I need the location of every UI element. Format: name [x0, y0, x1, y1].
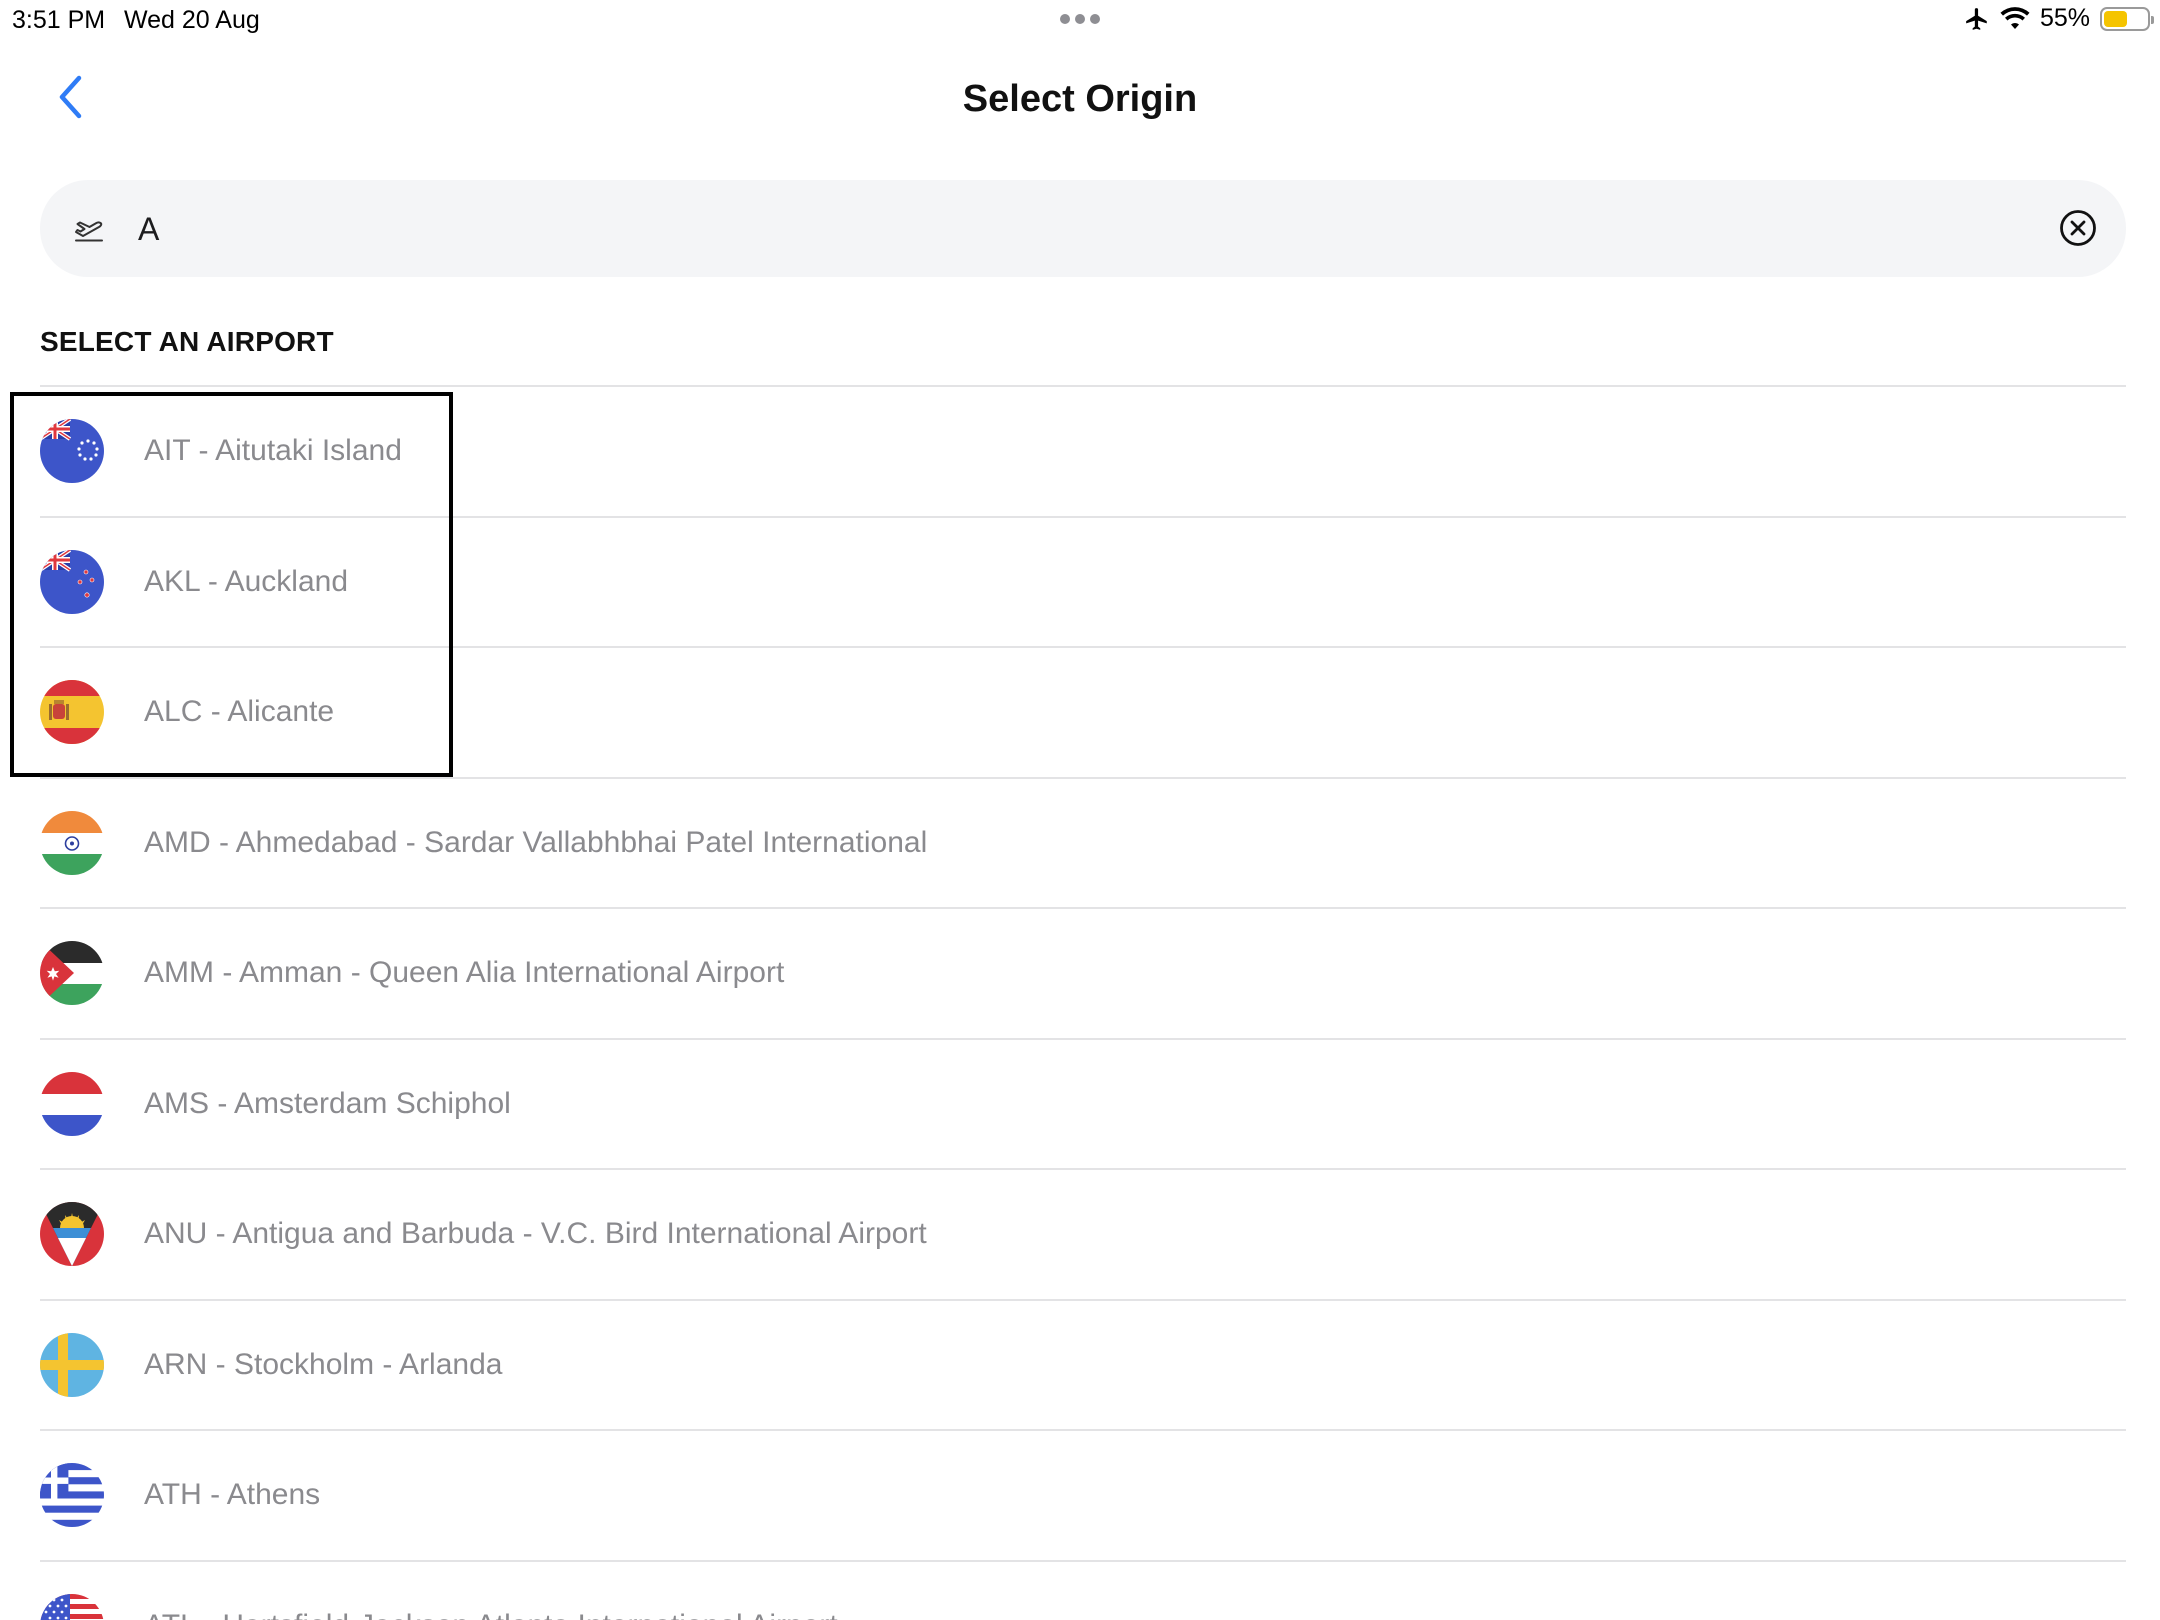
- sweden-flag-icon: [40, 1332, 104, 1397]
- new-zealand-flag-icon: [40, 549, 104, 614]
- airport-row-ath[interactable]: ATH - Athens: [40, 1429, 2126, 1560]
- wifi-icon: [2000, 6, 2030, 29]
- battery-icon: [2100, 6, 2154, 31]
- airport-row-amd[interactable]: AMD - Ahmedabad - Sardar Vallabhbhai Pat…: [40, 776, 2126, 908]
- cook-islands-flag-icon: [40, 419, 104, 484]
- battery-percentage: 55%: [2039, 4, 2090, 32]
- airport-row-alc[interactable]: ALC - Alicante: [40, 646, 2126, 777]
- status-date: Wed 20 Aug: [124, 6, 260, 34]
- airport-label: ANU - Antigua and Barbuda - V.C. Bird In…: [144, 1217, 927, 1251]
- airport-row-akl[interactable]: AKL - Auckland: [40, 515, 2126, 647]
- clear-circle-icon[interactable]: [2058, 208, 2098, 248]
- airport-label: AMM - Amman - Queen Alia International A…: [144, 956, 785, 990]
- page-title: Select Origin: [962, 78, 1198, 120]
- search-bar[interactable]: [40, 180, 2126, 277]
- airport-row-anu[interactable]: ANU - Antigua and Barbuda - V.C. Bird In…: [40, 1168, 2126, 1299]
- spain-flag-icon: [40, 680, 104, 745]
- usa-flag-icon: [40, 1593, 104, 1620]
- airport-label: AMD - Ahmedabad - Sardar Vallabhbhai Pat…: [144, 825, 928, 859]
- india-flag-icon: [40, 810, 104, 875]
- airport-list: AIT - Aitutaki Island AKL - Auckland ALC…: [40, 385, 2126, 1620]
- airport-row-atl[interactable]: ATL - Hartsfield-Jackson Atlanta Interna…: [40, 1559, 2126, 1620]
- antigua-flag-icon: [40, 1202, 104, 1267]
- search-input[interactable]: [132, 194, 2032, 264]
- plane-departure-icon: [75, 221, 103, 242]
- airport-label: ATH - Athens: [144, 1478, 321, 1512]
- airport-label: ALC - Alicante: [144, 695, 335, 729]
- airport-label: ATL - Hartsfield-Jackson Atlanta Interna…: [144, 1609, 838, 1620]
- status-time: 3:51 PM: [12, 6, 106, 34]
- airport-label: AKL - Auckland: [144, 564, 349, 598]
- airport-row-ams[interactable]: AMS - Amsterdam Schiphol: [40, 1037, 2126, 1169]
- status-bar: 3:51 PM Wed 20 Aug 55%: [0, 0, 2160, 42]
- greece-flag-icon: [40, 1463, 104, 1528]
- airport-row-amm[interactable]: AMM - Amman - Queen Alia International A…: [40, 907, 2126, 1038]
- airport-row-arn[interactable]: ARN - Stockholm - Arlanda: [40, 1298, 2126, 1430]
- status-indicators: 55%: [1964, 4, 2154, 33]
- jordan-flag-icon: [40, 941, 104, 1006]
- section-heading: SELECT AN AIRPORT: [40, 326, 334, 357]
- netherlands-flag-icon: [40, 1071, 104, 1136]
- airport-label: AMS - Amsterdam Schiphol: [144, 1086, 511, 1120]
- airport-row-ait[interactable]: AIT - Aitutaki Island: [40, 385, 2126, 516]
- multitasking-dots-icon[interactable]: [1060, 14, 1100, 24]
- airport-label: AIT - Aitutaki Island: [144, 434, 402, 468]
- airport-label: ARN - Stockholm - Arlanda: [144, 1347, 503, 1381]
- airplane-mode-icon: [1966, 7, 1987, 30]
